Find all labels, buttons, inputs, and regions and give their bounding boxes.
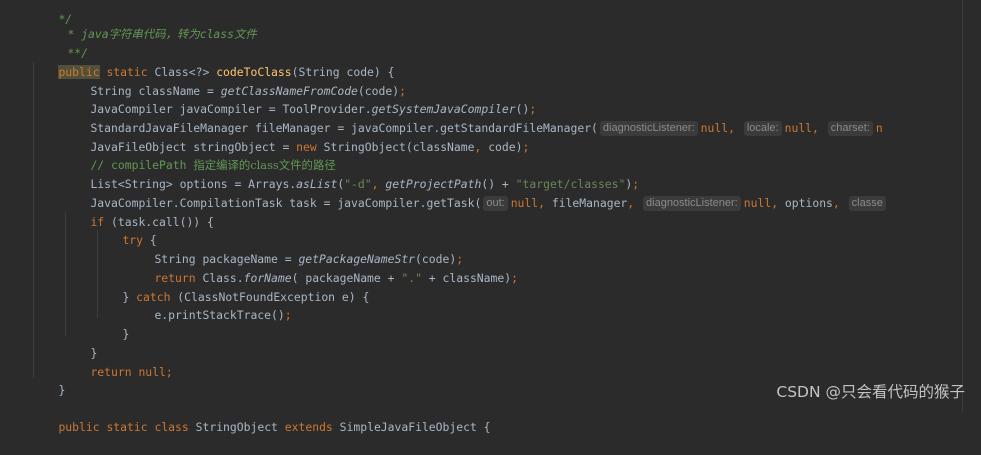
comma: , (627, 195, 642, 210)
right-margin-guide (962, 0, 963, 412)
parameter-hint: charset: (827, 120, 873, 136)
code-token: StringObject(className (316, 139, 475, 154)
csdn-watermark: CSDN @只会看代码的猴子 (776, 383, 965, 401)
code-line[interactable]: String packageName = getPackageNameStr(c… (127, 231, 463, 266)
keyword-null: null (784, 120, 813, 135)
code-line[interactable]: return Class.forName( packageName + "." … (127, 250, 518, 285)
editor-left-edge (0, 0, 16, 412)
keyword-class: class (154, 419, 189, 434)
code-line[interactable]: JavaCompiler javaCompiler = ToolProvider… (63, 81, 536, 116)
keyword-static: static (106, 419, 148, 434)
code-line[interactable]: // compilePath 指定编译的class文件的路径 (63, 137, 335, 172)
semicolon: ; (511, 270, 518, 285)
code-line[interactable]: public static Class<?> codeToClass(Strin… (31, 44, 395, 79)
comma: , (538, 195, 552, 210)
semicolon: ; (165, 364, 173, 379)
code-line[interactable]: JavaFileObject stringObject = new String… (63, 119, 529, 154)
code-token: e.printStackTrace() (154, 307, 285, 322)
code-line[interactable]: StandardJavaFileManager fileManager = ja… (63, 100, 883, 136)
parameter-hint: out: (483, 195, 508, 211)
parameter-hint: diagnosticListener: (599, 120, 698, 136)
code-token: StringObject (188, 419, 285, 434)
code-editor[interactable]: */ * java字符串代码，转为class文件 **/ public stat… (0, 0, 981, 434)
code-line[interactable]: * java字符串代码，转为class文件 (40, 6, 256, 41)
code-line[interactable]: } (31, 362, 65, 397)
code-token: code) (481, 139, 523, 154)
parameter-hint: classe (848, 195, 886, 211)
code-token: SimpleJavaFileObject { (332, 419, 491, 434)
closing-brace: } (122, 326, 130, 341)
keyword-null: null (743, 195, 772, 210)
keyword-extends: extends (284, 419, 333, 434)
code-line[interactable]: public static class StringObject extends… (31, 399, 490, 434)
indent-guide (33, 62, 34, 378)
string-literal: "." (401, 270, 422, 285)
closing-brace: } (58, 382, 66, 397)
code-line[interactable]: if (task.call()) { (63, 194, 213, 229)
code-line[interactable]: return null; (63, 344, 172, 379)
keyword-null: null (138, 364, 166, 379)
comma: , (771, 195, 785, 210)
keyword-public: public (58, 419, 100, 434)
comma: , (832, 195, 847, 210)
parameter-hint: diagnosticListener: (643, 195, 741, 211)
keyword-null: null (510, 195, 539, 210)
semicolon: ; (284, 307, 292, 322)
code-token: fileManager (551, 195, 628, 210)
code-line[interactable]: try { (95, 212, 156, 247)
code-line[interactable]: **/ (40, 25, 88, 60)
keyword-null: n (875, 120, 883, 135)
code-line[interactable]: } (63, 325, 97, 360)
keyword-return: return (90, 364, 132, 379)
code-line[interactable]: String className = getClassNameFromCode(… (63, 63, 405, 98)
semicolon: ; (522, 139, 530, 154)
code-token: options (784, 195, 833, 210)
code-line[interactable]: } catch (ClassNotFoundException e) { (95, 269, 369, 304)
code-line[interactable]: JavaCompiler.CompilationTask task = java… (63, 175, 889, 211)
code-line[interactable]: e.printStackTrace(); (127, 287, 291, 322)
parameter-hint: locale: (743, 120, 782, 136)
keyword-null: null (700, 120, 729, 135)
code-line[interactable]: List<String> options = Arrays.asList("-d… (63, 156, 639, 191)
comma: , (812, 120, 826, 135)
code-line[interactable]: } (95, 306, 129, 341)
doc-comment: * java字符串代码，转为class文件 (67, 26, 257, 41)
code-token: + className) (421, 270, 512, 285)
comma: , (728, 120, 742, 135)
